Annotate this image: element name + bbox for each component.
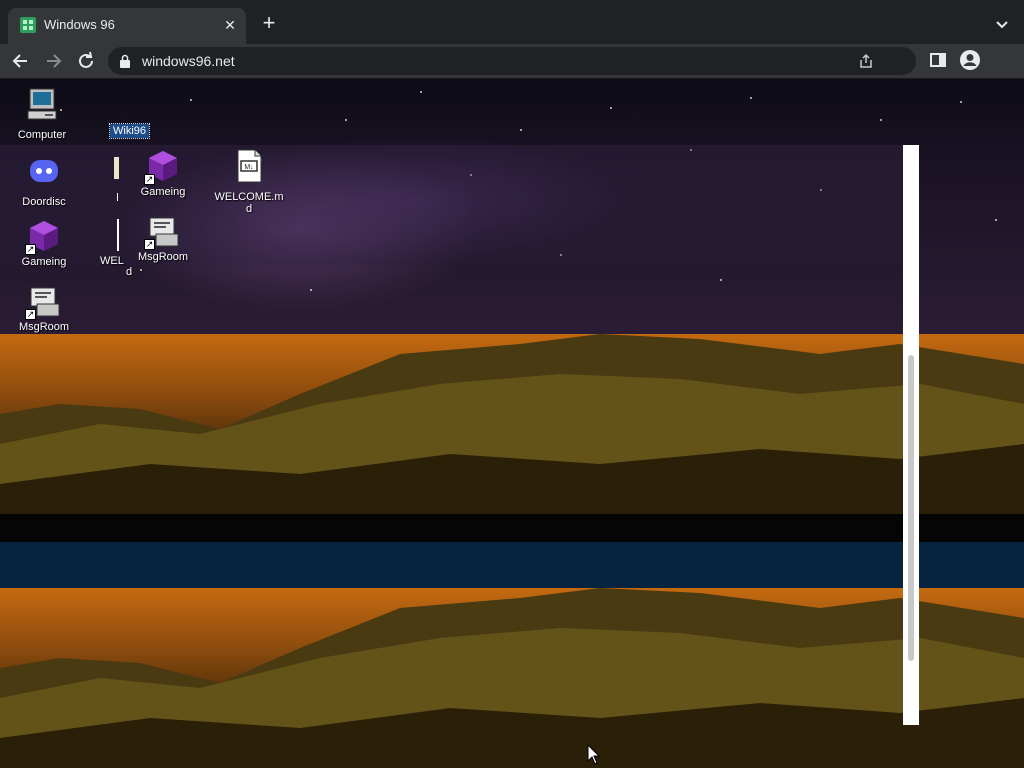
desktop-icon-msgroom-2[interactable]: ↗ MsgRoom bbox=[127, 214, 199, 263]
cube-icon: ↗ bbox=[144, 149, 180, 185]
reload-icon[interactable] bbox=[75, 50, 97, 72]
desktop-icon-msgroom[interactable]: ↗ MsgRoom bbox=[8, 284, 80, 333]
desktop-icon-label: MsgRoom bbox=[137, 251, 189, 263]
shortcut-arrow-icon: ↗ bbox=[144, 239, 155, 250]
windows96-favicon-icon bbox=[20, 17, 36, 33]
mountain-wallpaper-top bbox=[0, 334, 1024, 514]
msgroom-icon: ↗ bbox=[144, 214, 180, 250]
shortcut-arrow-icon: ↗ bbox=[25, 309, 36, 320]
cube-icon: ↗ bbox=[25, 219, 61, 255]
mountain-wallpaper-bottom bbox=[0, 588, 1024, 768]
desktop-icon-gameing[interactable]: ↗ Gameing bbox=[8, 219, 80, 268]
share-icon[interactable] bbox=[858, 53, 874, 69]
profile-icon[interactable] bbox=[959, 49, 981, 71]
mouse-cursor-icon bbox=[587, 744, 601, 765]
ghost-icon-fragment bbox=[117, 193, 118, 201]
ghost-label-fragment: WEL bbox=[100, 255, 124, 267]
markdown-file-icon: M↓ bbox=[237, 149, 262, 183]
forward-arrow-icon[interactable] bbox=[42, 50, 64, 72]
desktop-icon-label: WELCOME.md bbox=[214, 191, 284, 215]
desktop-icon-label: MsgRoom bbox=[18, 321, 70, 333]
tab-search-chevron-icon[interactable] bbox=[992, 14, 1012, 34]
scrollbar-thumb[interactable] bbox=[908, 355, 914, 661]
shortcut-arrow-icon: ↗ bbox=[25, 244, 36, 255]
side-panel-icon[interactable] bbox=[930, 52, 946, 68]
back-arrow-icon[interactable] bbox=[10, 50, 32, 72]
msgroom-icon: ↗ bbox=[25, 284, 61, 320]
browser-toolbar: windows96.net bbox=[0, 44, 1024, 78]
ghost-icon-fragment bbox=[117, 219, 119, 251]
wallpaper-blue-band bbox=[0, 542, 1024, 588]
desktop-icon-doordisc[interactable]: Doordisc bbox=[8, 154, 80, 208]
ghost-label-fragment: d bbox=[126, 266, 133, 278]
scrollbar-track[interactable] bbox=[903, 145, 919, 725]
active-tab[interactable]: Windows 96 ✕ bbox=[8, 8, 246, 44]
windows96-desktop[interactable]: Wiki96 Computer Doordisc ↗ Gameing ↗ Msg… bbox=[0, 79, 1024, 768]
desktop-icon-label: Gameing bbox=[21, 256, 67, 268]
discord-icon bbox=[30, 160, 58, 182]
url-text[interactable]: windows96.net bbox=[142, 53, 235, 69]
tab-title: Windows 96 bbox=[44, 17, 115, 32]
desktop-icon-label: Doordisc bbox=[22, 196, 66, 208]
ghost-icon-fragment bbox=[114, 157, 119, 179]
tab-strip: Windows 96 ✕ + bbox=[0, 0, 1024, 44]
new-tab-button[interactable]: + bbox=[258, 12, 280, 34]
tab-close-button[interactable]: ✕ bbox=[221, 16, 239, 34]
shortcut-arrow-icon: ↗ bbox=[144, 174, 155, 185]
computer-icon bbox=[27, 88, 57, 120]
desktop-icon-computer[interactable]: Computer bbox=[6, 87, 78, 141]
wallpaper-dark-band bbox=[0, 514, 1024, 544]
desktop-icon-gameing-2[interactable]: ↗ Gameing bbox=[127, 149, 199, 198]
address-bar[interactable]: windows96.net bbox=[108, 47, 916, 75]
svg-text:M↓: M↓ bbox=[244, 164, 253, 171]
lock-icon[interactable] bbox=[120, 54, 130, 68]
desktop-icon-label: Gameing bbox=[140, 186, 186, 198]
selected-icon-label[interactable]: Wiki96 bbox=[108, 123, 151, 139]
desktop-icon-label: Computer bbox=[17, 129, 67, 141]
desktop-icon-welcome-md[interactable]: M↓ WELCOME.md bbox=[213, 149, 285, 215]
